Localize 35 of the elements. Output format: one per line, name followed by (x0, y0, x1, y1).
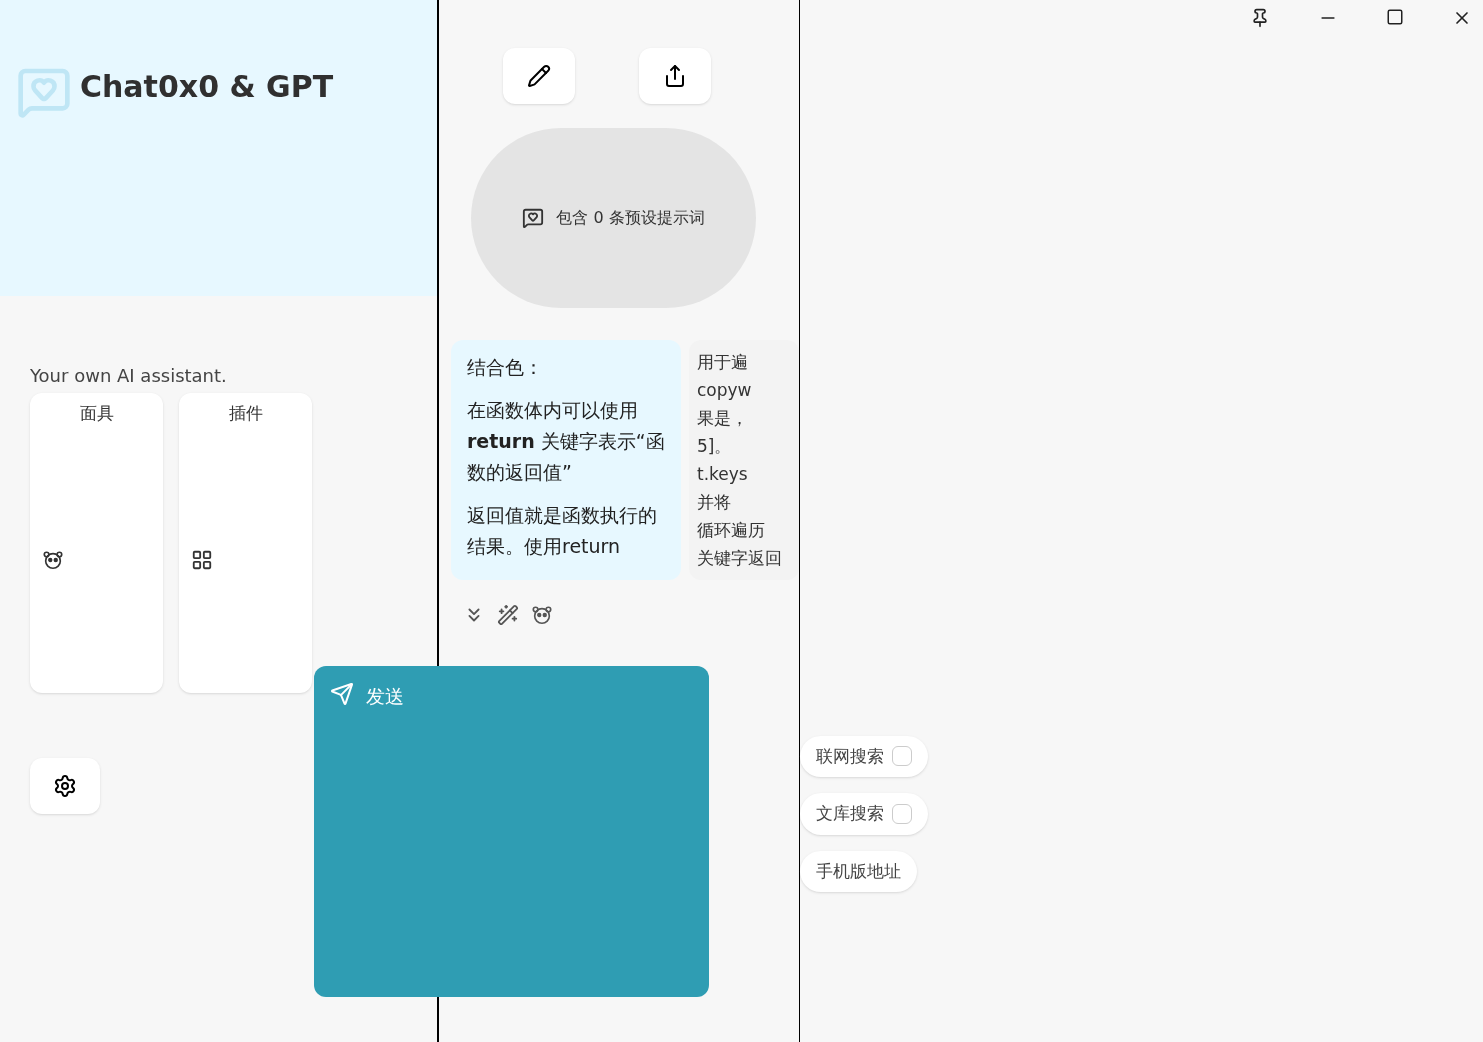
pin-icon[interactable] (1250, 8, 1270, 28)
prompt-icon (522, 207, 545, 229)
message-text: 5]。 (697, 435, 733, 458)
edit-button[interactable] (503, 48, 575, 104)
share-button[interactable] (639, 48, 711, 104)
settings-button[interactable] (30, 758, 100, 814)
prompt-hint-text: 包含 0 条预设提示词 (556, 207, 705, 229)
message-text: t.keys (697, 463, 749, 486)
message-text: 用于遍 (697, 351, 749, 374)
option-chip[interactable]: 联网搜索 (800, 735, 928, 777)
app-title: Chat0x0 & GPT (80, 68, 334, 106)
panda-icon (42, 548, 64, 571)
message-text: 果是， (697, 407, 749, 430)
pencil-icon (527, 64, 551, 88)
grid-icon (191, 548, 213, 571)
sidebar-button[interactable]: 插件 (179, 393, 312, 693)
message-text: 并将 (697, 491, 732, 514)
share-icon (663, 64, 687, 88)
magic-wand-icon[interactable] (497, 604, 519, 626)
option-chip[interactable]: 文库搜索 (800, 793, 928, 835)
maximize-icon[interactable] (1386, 8, 1404, 26)
message-text: 结合色： (467, 355, 544, 380)
checkbox[interactable] (892, 803, 912, 824)
option-chip[interactable]: 手机版地址 (800, 850, 917, 892)
sidebar-button[interactable]: 面具 (30, 393, 163, 693)
checkbox[interactable] (892, 746, 912, 767)
settings-icon (53, 774, 77, 798)
app-subtitle: Your own AI assistant. (30, 364, 228, 388)
message-text: 关键字返回 (697, 547, 783, 570)
message-text: 返回值就是函数执行的结果。使用return (467, 503, 658, 559)
message-text: 循环遍历 (697, 519, 766, 542)
message-text: 在函数体内可以使用 return 关键字表示“函数的返回值” (467, 398, 665, 485)
panda-icon (531, 604, 553, 626)
message-text: copyw (697, 379, 753, 402)
send-icon (330, 682, 354, 706)
